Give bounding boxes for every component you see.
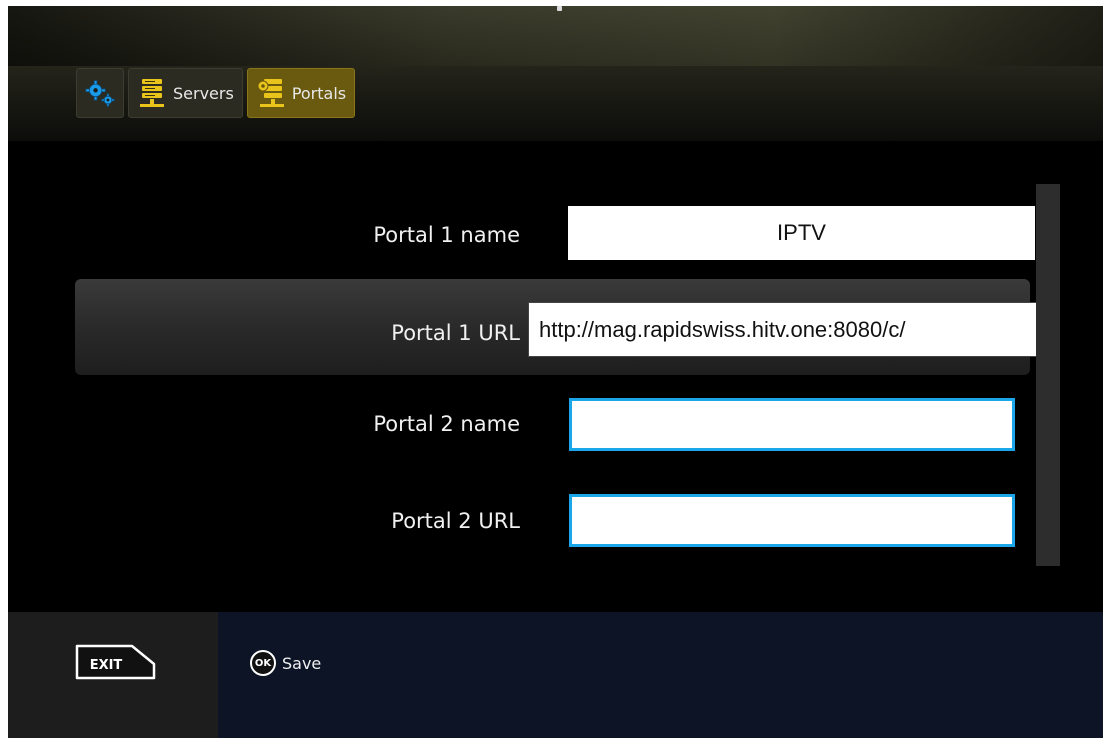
save-button[interactable]: OK Save [250,650,321,676]
tab-servers[interactable]: Servers [128,68,243,118]
stb-portal-settings-screen: Servers Portals Portal 1 name IPTV Porta… [8,6,1103,738]
portal1-name-label: Portal 1 name [373,223,520,247]
save-label: Save [282,653,322,673]
portal2-name-label: Portal 2 name [373,412,520,436]
server-stack-icon [137,78,167,108]
portal1-name-input[interactable]: IPTV [568,206,1035,260]
tab-settings[interactable] [76,68,124,118]
exit-key-icon: EXIT [75,644,156,680]
portal2-name-input[interactable] [569,398,1015,451]
portal1-url-label: Portal 1 URL [391,321,520,345]
top-indicator [557,6,562,11]
exit-key-button[interactable]: EXIT [74,642,158,686]
portal1-url-value: http://mag.rapidswiss.hitv.one:8080/c/ [539,316,906,342]
portal2-url-label: Portal 2 URL [391,509,520,533]
portal1-url-input[interactable]: http://mag.rapidswiss.hitv.one:8080/c/ [528,302,1044,357]
bottom-key-bar: EXIT OK Save [8,612,1103,738]
gears-icon [85,78,115,108]
exit-area: EXIT [8,612,218,738]
scrollbar[interactable] [1036,184,1060,566]
tab-servers-label: Servers [173,83,234,103]
ok-key-icon: OK [250,650,276,676]
ok-key-label: OK [254,657,272,669]
portal1-name-value: IPTV [777,220,826,245]
tab-portals-label: Portals [291,83,347,103]
exit-key-label: EXIT [90,658,123,673]
portal-server-icon [256,78,286,108]
portal2-url-input[interactable] [569,494,1015,547]
settings-tabs: Servers Portals [76,68,356,118]
tab-portals[interactable]: Portals [246,68,356,118]
